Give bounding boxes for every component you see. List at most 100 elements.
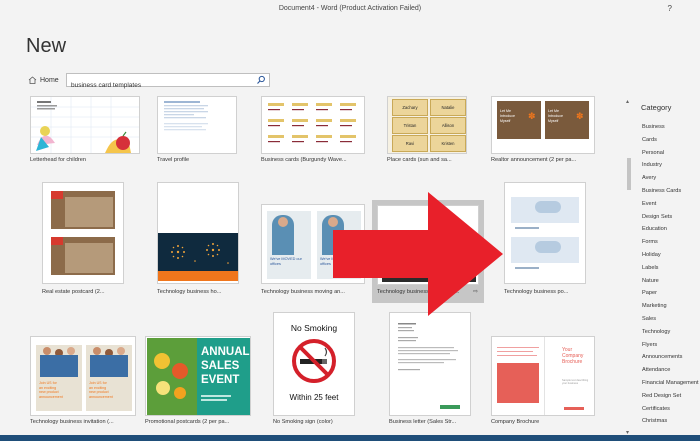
brochure-title: Your Company Brochure: [562, 347, 584, 365]
category-item[interactable]: Sales: [642, 313, 699, 326]
template-tile[interactable]: Letterhead for children: [30, 96, 140, 166]
category-item[interactable]: Paper: [642, 287, 699, 300]
category-item[interactable]: Cards: [642, 134, 699, 147]
template-tile[interactable]: Your Company Brochure Sample text descri…: [491, 336, 595, 431]
category-item[interactable]: Christmas: [642, 415, 699, 428]
place-card: Zachary: [392, 99, 428, 116]
template-label: Business cards (Burgundy Wave...: [261, 157, 347, 163]
promo-line: EVENT: [201, 374, 240, 386]
category-item[interactable]: Flyers: [642, 339, 699, 352]
red-arrow-annotation: [333, 192, 503, 316]
template-thumbnail: Zachary Natalie Tristan Allison Ravi Kri…: [387, 96, 467, 154]
realtor-text: Let Me Introduce Myself: [548, 109, 563, 123]
place-card: Allison: [430, 117, 466, 134]
search-box: [66, 73, 270, 92]
no-smoking-subtitle: Within 25 feet: [289, 393, 339, 402]
no-smoking-icon: [292, 339, 336, 383]
maple-leaf-icon: ✽: [528, 111, 536, 121]
category-item[interactable]: Nature: [642, 275, 699, 288]
template-gallery: Letterhead for children Travel profile B…: [0, 96, 616, 441]
window-title: Document4 - Word (Product Activation Fai…: [278, 5, 422, 12]
template-thumbnail: [30, 96, 140, 154]
sidebar-scrollbar[interactable]: ▴ ▾: [625, 96, 633, 441]
scroll-up-icon[interactable]: ▴: [626, 98, 629, 105]
moving-text: We've MOVED our offices: [270, 257, 302, 266]
category-item[interactable]: Financial Management: [642, 377, 699, 390]
category-item[interactable]: Labels: [642, 262, 699, 275]
place-card: Ravi: [392, 135, 428, 152]
title-bar: Document4 - Word (Product Activation Fai…: [0, 0, 700, 22]
category-item[interactable]: Personal: [642, 147, 699, 160]
template-label: Travel profile: [157, 157, 190, 163]
category-item[interactable]: Marketing: [642, 300, 699, 313]
help-button[interactable]: ?: [668, 4, 672, 13]
template-thumbnail: Let Me Introduce Myself Let Me Introduce…: [491, 96, 595, 154]
template-thumbnail: ANNUAL SALES EVENT: [145, 336, 251, 416]
template-tile[interactable]: Technology business ho...: [157, 182, 239, 300]
template-thumbnail: [157, 182, 239, 284]
brochure-small: Sample text describing your business: [562, 379, 589, 386]
category-item[interactable]: Certificates: [642, 403, 699, 416]
place-card: Tristan: [392, 117, 428, 134]
invitation-text: Join US for an exciting new product anno…: [89, 381, 113, 399]
template-tile[interactable]: ANNUAL SALES EVENT Promotional postcards…: [145, 336, 251, 431]
page-title: New: [26, 35, 67, 57]
template-thumbnail: Your Company Brochure Sample text descri…: [491, 336, 595, 416]
category-item[interactable]: Forms: [642, 236, 699, 249]
category-item[interactable]: Business Cards: [642, 185, 699, 198]
category-item[interactable]: Industry: [642, 159, 699, 172]
category-item[interactable]: Red Design Set: [642, 390, 699, 403]
template-tile[interactable]: Let Me Introduce Myself Let Me Introduce…: [491, 96, 595, 166]
category-item[interactable]: Attendance: [642, 364, 699, 377]
template-tile[interactable]: Technology business po...: [504, 182, 586, 300]
category-item[interactable]: Design Sets: [642, 211, 699, 224]
template-tile[interactable]: Join US for an exciting new product anno…: [30, 336, 136, 431]
template-label: Technology business po...: [504, 289, 569, 295]
template-label: Technology business ho...: [157, 289, 222, 295]
template-tile[interactable]: Business letter (Sales Str...: [389, 312, 471, 431]
search-input[interactable]: [67, 79, 256, 92]
template-thumbnail: [42, 182, 124, 284]
template-tile[interactable]: No Smoking Within 25 feet No Smoking sig…: [273, 312, 355, 431]
category-item[interactable]: Avery: [642, 172, 699, 185]
home-icon: [28, 76, 37, 84]
realtor-text: Let Me Introduce Myself: [500, 109, 515, 123]
category-item[interactable]: Technology: [642, 326, 699, 339]
template-label: Real estate postcard (2...: [42, 289, 105, 295]
place-card: Kristen: [430, 135, 466, 152]
template-label: Realtor announcement (2 per pa...: [491, 157, 577, 163]
scroll-thumb[interactable]: [627, 158, 631, 190]
search-icon[interactable]: [256, 75, 266, 85]
category-item[interactable]: Announcements: [642, 351, 699, 364]
template-thumbnail: [157, 96, 237, 154]
maple-leaf-icon: ✽: [576, 111, 584, 121]
template-label: Promotional postcards (2 per pa...: [145, 419, 230, 425]
category-item[interactable]: Event: [642, 198, 699, 211]
promo-line: ANNUAL: [201, 346, 250, 358]
template-label: Company Brochure: [491, 419, 540, 425]
home-link[interactable]: Home: [28, 76, 59, 84]
template-label: Place cards (sun and sa...: [387, 157, 452, 163]
invitation-text: Join US for an exciting new product anno…: [39, 381, 63, 399]
template-thumbnail: [504, 182, 586, 284]
category-sidebar: ▴ ▾ Category Business Cards Personal Ind…: [625, 96, 700, 441]
category-heading: Category: [641, 103, 672, 112]
taskbar: [0, 435, 700, 441]
template-tile[interactable]: Business cards (Burgundy Wave...: [261, 96, 365, 166]
template-thumbnail: Join US for an exciting new product anno…: [30, 336, 136, 416]
category-item[interactable]: Education: [642, 223, 699, 236]
no-smoking-title: No Smoking: [290, 323, 338, 333]
template-label: Technology business invitation (...: [30, 419, 114, 425]
category-list: Business Cards Personal Industry Avery B…: [642, 121, 699, 428]
template-tile[interactable]: Zachary Natalie Tristan Allison Ravi Kri…: [387, 96, 467, 166]
place-card: Natalie: [430, 99, 466, 116]
home-label: Home: [40, 76, 59, 84]
template-label: Letterhead for children: [30, 157, 86, 163]
category-item[interactable]: Business: [642, 121, 699, 134]
template-label: Business letter (Sales Str...: [389, 419, 457, 425]
template-tile[interactable]: Travel profile: [157, 96, 237, 166]
template-label: No Smoking sign (color): [273, 419, 333, 425]
template-thumbnail: No Smoking Within 25 feet: [273, 312, 355, 416]
category-item[interactable]: Holiday: [642, 249, 699, 262]
template-tile[interactable]: Real estate postcard (2...: [42, 182, 124, 300]
